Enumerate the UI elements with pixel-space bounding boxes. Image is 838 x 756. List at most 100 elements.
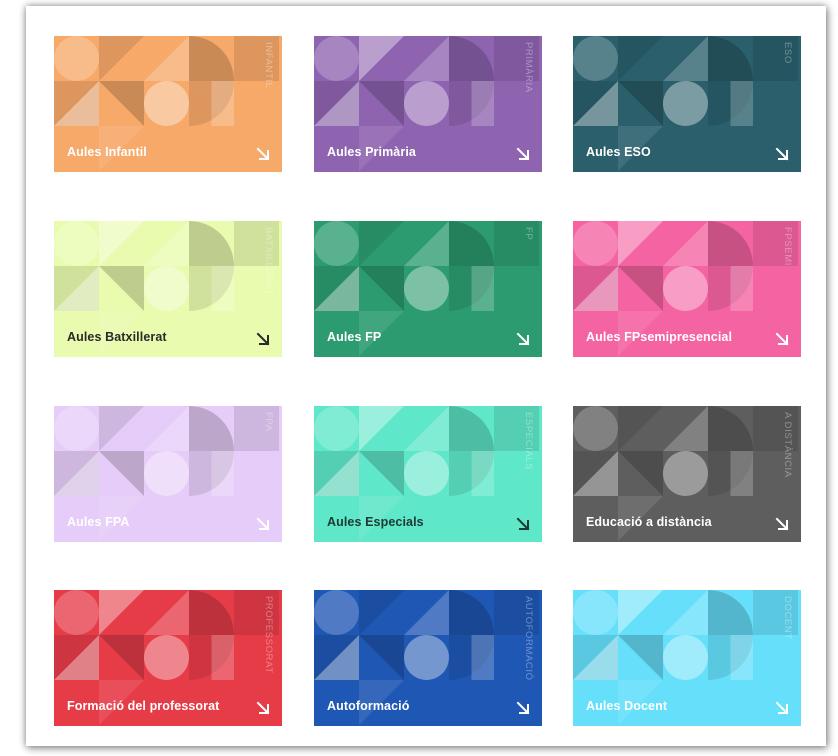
pattern-shape [618,36,663,81]
pattern-shape [730,635,753,680]
classroom-card[interactable]: DOCENT Aules Docent [573,590,801,726]
pattern-shape [573,406,618,451]
classroom-card[interactable]: ESPECIALS Aules Especials [314,406,542,542]
pattern-shape [144,36,189,81]
pattern-shape [99,36,144,81]
arrow-down-right-icon [775,147,789,161]
arrow-down-right-icon [516,332,530,346]
card-vertical-tag: A DISTÀNCIA [782,412,793,478]
arrow-down-right-icon [256,147,270,161]
card-vertical-tag: FP [523,227,534,241]
pattern-shape [618,81,663,126]
pattern-shape [404,451,449,496]
pattern-shape [359,590,404,635]
pattern-shape [663,590,708,635]
pattern-shape [618,406,663,451]
classroom-grid-panel: INFANTIL Aules Infantil PRIMÀRIA Aules Prim… [26,6,826,746]
pattern-shape [404,266,449,311]
card-label: Aules FPA [67,515,130,529]
card-label: Educació a distància [586,515,712,529]
pattern-shape [359,451,404,496]
pattern-shape [359,221,404,266]
arrow-down-right-icon [516,147,530,161]
pattern-shape [359,266,404,311]
card-vertical-tag: INFANTIL [263,42,274,89]
card-label: Aules Infantil [67,145,147,159]
pattern-shape [314,36,359,81]
card-vertical-tag: PROFESSORAT [263,596,274,674]
pattern-shape [144,266,189,311]
pattern-shape [404,406,449,451]
classroom-card[interactable]: AUTOFORMACIÓ Autoformació [314,590,542,726]
pattern-shape [144,221,189,266]
card-vertical-tag: FPSEMI [782,227,793,266]
card-label: Formació del professorat [67,699,220,713]
pattern-shape [618,590,663,635]
pattern-shape [99,266,144,311]
pattern-shape [189,406,234,451]
pattern-shape [144,451,189,496]
pattern-shape [573,221,618,266]
card-label: Aules Especials [327,515,424,529]
classroom-card[interactable]: FPA Aules FPA [54,406,282,542]
pattern-shape [99,81,144,126]
pattern-shape [663,36,708,81]
pattern-shape [449,221,494,266]
card-label: Aules Docent [586,699,668,713]
classroom-card[interactable]: A DISTÀNCIA Educació a distància [573,406,801,542]
card-vertical-tag: ESPECIALS [523,412,534,471]
arrow-down-right-icon [775,332,789,346]
pattern-shape [663,451,708,496]
card-vertical-tag: DOCENT [782,596,793,640]
classroom-card[interactable]: INFANTIL Aules Infantil [54,36,282,172]
card-label: Aules FPsemipresencial [586,330,733,344]
classroom-card[interactable]: BATXILLERAT Aules Batxillerat [54,221,282,357]
classroom-card[interactable]: FP Aules FP [314,221,542,357]
pattern-shape [708,221,753,266]
pattern-shape [144,590,189,635]
pattern-shape [211,635,234,680]
pattern-shape [54,36,99,81]
classroom-card[interactable]: FPSEMI Aules FPsemipresencial [573,221,801,357]
pattern-shape [359,635,404,680]
card-label: Aules Batxillerat [67,330,167,344]
card-label: Aules Primària [327,145,416,159]
pattern-shape [144,406,189,451]
card-vertical-tag: BATXILLERAT [263,227,274,296]
pattern-shape [618,451,663,496]
arrow-down-right-icon [256,517,270,531]
card-vertical-tag: FPA [263,412,274,432]
pattern-shape [404,590,449,635]
arrow-down-right-icon [516,517,530,531]
card-vertical-tag: PRIMÀRIA [523,42,534,93]
pattern-shape [471,451,494,496]
classroom-card[interactable]: PRIMÀRIA Aules Primària [314,36,542,172]
pattern-shape [573,36,618,81]
pattern-shape [663,406,708,451]
classroom-card[interactable]: PROFESSORAT Formació del professorat [54,590,282,726]
pattern-shape [211,266,234,311]
pattern-shape [730,266,753,311]
pattern-shape [573,590,618,635]
card-vertical-tag: ESO [782,42,793,64]
pattern-shape [189,221,234,266]
pattern-shape [404,635,449,680]
card-vertical-tag: AUTOFORMACIÓ [523,596,534,681]
pattern-shape [471,635,494,680]
pattern-shape [211,81,234,126]
pattern-shape [99,406,144,451]
pattern-shape [471,266,494,311]
pattern-shape [211,451,234,496]
pattern-shape [99,221,144,266]
arrow-down-right-icon [775,701,789,715]
pattern-shape [449,590,494,635]
pattern-shape [359,406,404,451]
pattern-shape [618,221,663,266]
pattern-shape [144,81,189,126]
classroom-card[interactable]: ESO Aules ESO [573,36,801,172]
pattern-shape [99,635,144,680]
arrow-down-right-icon [256,332,270,346]
pattern-shape [449,36,494,81]
pattern-shape [54,406,99,451]
pattern-shape [663,221,708,266]
